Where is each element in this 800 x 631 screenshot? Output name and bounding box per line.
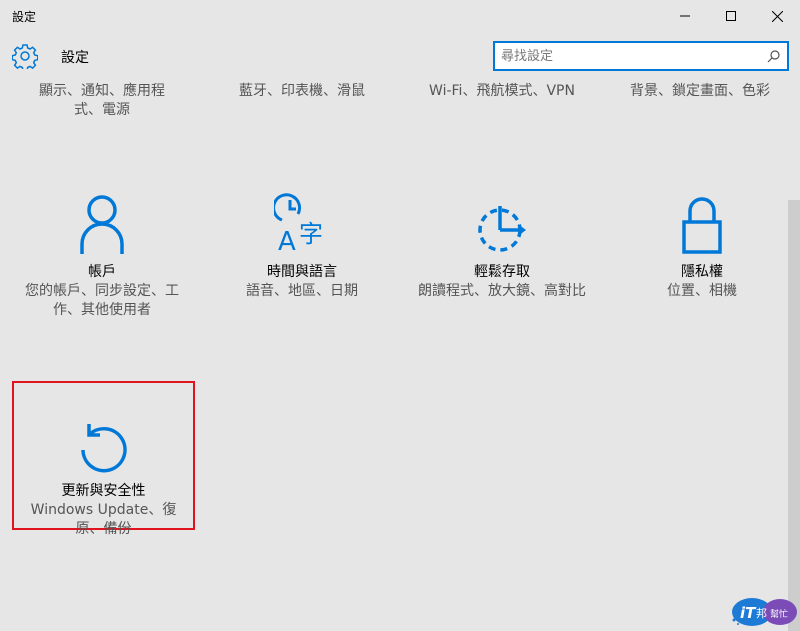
minimize-icon xyxy=(680,15,690,17)
category-ease-of-access[interactable]: 輕鬆存取 朗讀程式、放大鏡、高對比 xyxy=(402,190,602,301)
person-icon xyxy=(80,195,124,254)
svg-text:iT: iT xyxy=(740,604,757,622)
vertical-scrollbar[interactable] xyxy=(788,200,800,631)
category-desc: 語音、地區、日期 xyxy=(246,283,358,299)
category-accounts[interactable]: 帳戶 您的帳戶、同步設定、工作、其他使用者 xyxy=(2,190,202,320)
category-name: 帳戶 xyxy=(88,264,116,280)
category-time-language[interactable]: A 字 時間與語言 語音、地區、日期 xyxy=(202,190,402,301)
category-name: 隱私權 xyxy=(681,264,723,280)
svg-text:字: 字 xyxy=(299,220,323,248)
category-desc: 您的帳戶、同步設定、工作、其他使用者 xyxy=(25,283,179,318)
svg-text:邦: 邦 xyxy=(756,607,767,620)
category-system[interactable]: 顯示、通知、應用程式、電源 xyxy=(2,82,202,120)
category-name: 時間與語言 xyxy=(267,264,337,280)
category-devices[interactable]: 藍牙、印表機、滑鼠 xyxy=(202,82,402,101)
category-network[interactable]: Wi-Fi、飛航模式、VPN xyxy=(402,82,602,101)
search-input[interactable] xyxy=(501,47,757,65)
category-desc: 朗讀程式、放大鏡、高對比 xyxy=(418,283,586,299)
search-icon[interactable] xyxy=(767,50,780,63)
ease-of-access-icon xyxy=(478,206,526,252)
title-bar: 設定 xyxy=(0,0,800,32)
gear-icon xyxy=(12,44,38,69)
category-update-security[interactable]: 更新與安全性 Windows Update、復原、備份 xyxy=(12,381,195,537)
category-privacy[interactable]: 隱私權 位置、相機 xyxy=(602,190,800,301)
category-desc: 顯示、通知、應用程式、電源 xyxy=(39,83,165,118)
search-box[interactable] xyxy=(493,41,789,71)
category-desc: 藍牙、印表機、滑鼠 xyxy=(239,83,365,99)
window-title: 設定 xyxy=(12,10,37,24)
category-desc: Windows Update、復原、備份 xyxy=(30,502,177,537)
category-personalization[interactable]: 背景、鎖定畫面、色彩 xyxy=(600,82,800,101)
svg-text:幫忙: 幫忙 xyxy=(770,608,788,620)
maximize-button[interactable] xyxy=(708,0,754,32)
category-desc: 背景、鎖定畫面、色彩 xyxy=(630,83,770,99)
update-refresh-icon xyxy=(80,424,127,473)
lock-icon xyxy=(682,197,722,254)
close-icon xyxy=(771,10,783,22)
category-name: 更新與安全性 xyxy=(61,483,146,499)
itbang-watermark-logo: iT 邦 幫忙 xyxy=(732,598,797,626)
settings-header: 設定 xyxy=(0,32,800,78)
page-title: 設定 xyxy=(61,50,89,66)
close-button[interactable] xyxy=(754,0,800,32)
svg-text:A: A xyxy=(278,227,296,256)
maximize-icon xyxy=(726,11,736,21)
category-desc: Wi-Fi、飛航模式、VPN xyxy=(429,83,575,99)
category-name: 輕鬆存取 xyxy=(474,264,530,280)
category-desc: 位置、相機 xyxy=(667,283,737,299)
minimize-button[interactable] xyxy=(662,0,708,32)
time-language-icon: A 字 xyxy=(274,193,323,256)
